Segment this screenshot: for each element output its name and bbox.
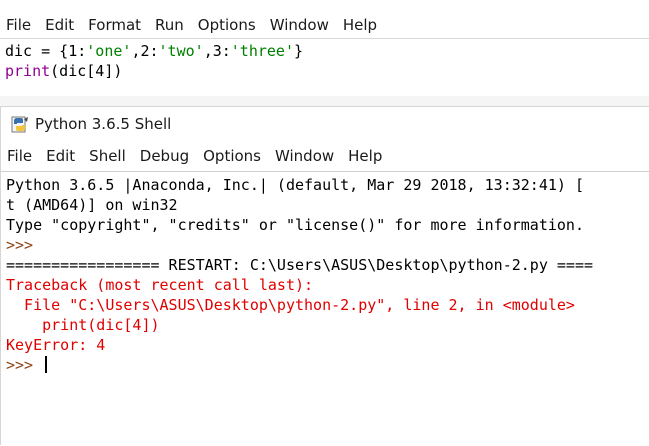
previous-window-title-strip <box>0 0 649 8</box>
shell-title: Python 3.6.5 Shell <box>35 115 172 133</box>
shell-token: ================= RESTART: C:\Users\ASUS… <box>6 256 593 274</box>
shell-token: t (AMD64)] on win32 <box>6 196 178 214</box>
shell-line: Python 3.6.5 |Anaconda, Inc.| (default, … <box>6 175 649 195</box>
shell-output-text[interactable]: Python 3.6.5 |Anaconda, Inc.| (default, … <box>1 172 649 375</box>
shell-menu-options[interactable]: Options <box>203 147 261 165</box>
shell-line: Type "copyright", "credits" or "license(… <box>6 215 649 235</box>
shell-line: Traceback (most recent call last): <box>6 275 649 295</box>
editor-token: 'one' <box>86 42 132 60</box>
editor-token: dic = {1: <box>5 42 87 60</box>
window-gap <box>0 96 649 106</box>
editor-menu-format[interactable]: Format <box>88 16 141 34</box>
shell-menubar: File Edit Shell Debug Options Window Hel… <box>1 143 649 168</box>
editor-menu-file[interactable]: File <box>6 16 31 34</box>
editor-token: ,2: <box>131 42 159 60</box>
editor-token: 'two' <box>158 42 204 60</box>
shell-token: Traceback (most recent call last): <box>6 276 314 294</box>
editor-line: dic = {1:'one',2:'two',3:'three'} <box>5 41 649 61</box>
shell-line: >>> <box>6 235 649 255</box>
shell-line: >>> <box>6 355 649 375</box>
editor-menu-run[interactable]: Run <box>155 16 184 34</box>
editor-token: } <box>294 42 304 60</box>
editor-token: print <box>5 62 51 80</box>
shell-line: t (AMD64)] on win32 <box>6 195 649 215</box>
shell-window: Python 3.6.5 Shell File Edit Shell Debug… <box>0 106 649 446</box>
text-cursor <box>45 356 48 373</box>
shell-menu-file[interactable]: File <box>7 147 32 165</box>
shell-output[interactable]: Python 3.6.5 |Anaconda, Inc.| (default, … <box>1 171 649 446</box>
editor-line: print(dic[4]) <box>5 61 649 81</box>
shell-menu-shell[interactable]: Shell <box>89 147 126 165</box>
editor-menu-options[interactable]: Options <box>198 16 256 34</box>
shell-token: Type "copyright", "credits" or "license(… <box>6 216 584 234</box>
shell-token: File "C:\Users\ASUS\Desktop\python-2.py"… <box>6 296 575 314</box>
shell-menu-debug[interactable]: Debug <box>140 147 189 165</box>
shell-titlebar: Python 3.6.5 Shell <box>1 107 649 141</box>
editor-token: ,3: <box>203 42 231 60</box>
shell-token: >>> <box>6 236 43 254</box>
shell-menu-edit[interactable]: Edit <box>46 147 75 165</box>
editor-menu-help[interactable]: Help <box>343 16 377 34</box>
shell-line: KeyError: 4 <box>6 335 649 355</box>
editor-menu-edit[interactable]: Edit <box>45 16 74 34</box>
shell-menu-window[interactable]: Window <box>275 147 334 165</box>
python-shell-icon <box>11 116 28 133</box>
editor-menubar: File Edit Format Run Options Window Help <box>0 12 649 37</box>
editor-code-text[interactable]: dic = {1:'one',2:'two',3:'three'} print(d… <box>0 39 649 81</box>
shell-line: ================= RESTART: C:\Users\ASUS… <box>6 255 649 275</box>
editor-menu-window[interactable]: Window <box>270 16 329 34</box>
shell-token: Python 3.6.5 |Anaconda, Inc.| (default, … <box>6 176 584 194</box>
shell-menu-help[interactable]: Help <box>348 147 382 165</box>
code-editor[interactable]: dic = {1:'one',2:'two',3:'three'} print(d… <box>0 38 649 97</box>
shell-token: >>> <box>6 356 43 374</box>
editor-token: 'three' <box>230 42 294 60</box>
editor-token: (dic[4]) <box>50 62 123 80</box>
shell-line: print(dic[4]) <box>6 315 649 335</box>
shell-token: print(dic[4]) <box>6 316 160 334</box>
shell-token: KeyError: 4 <box>6 336 106 354</box>
shell-line: File "C:\Users\ASUS\Desktop\python-2.py"… <box>6 295 649 315</box>
